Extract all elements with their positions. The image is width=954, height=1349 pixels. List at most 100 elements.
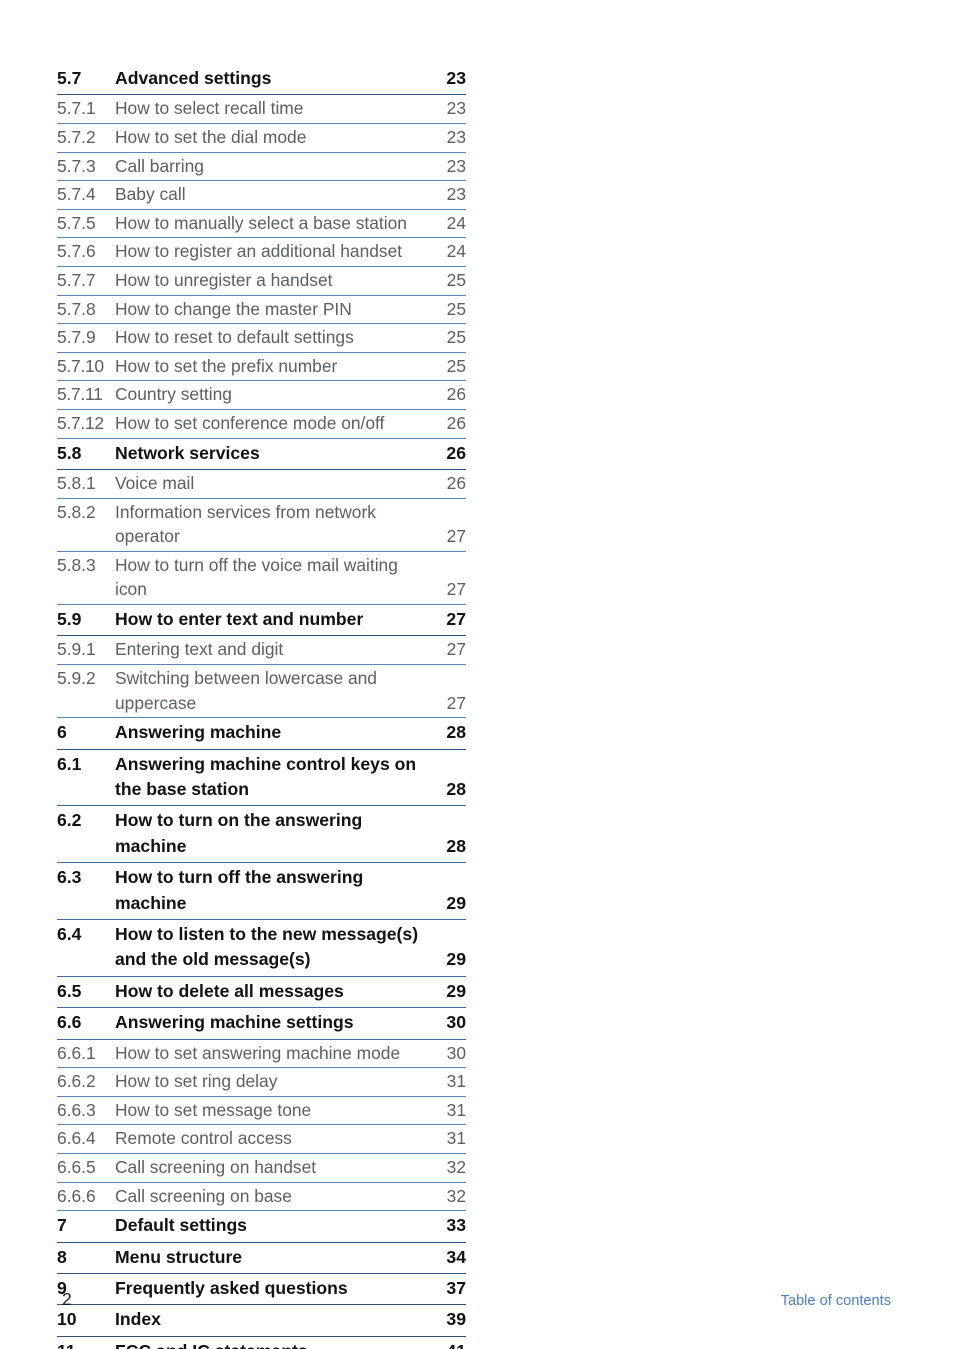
toc-entry[interactable]: 6.6.1 How to set answering machine mode 30 xyxy=(57,1040,466,1069)
toc-entry[interactable]: 6 Answering machine 28 xyxy=(57,718,466,750)
toc-entry[interactable]: 5.8.2 Information services from network o… xyxy=(57,499,466,552)
toc-entry[interactable]: 5.7.11 Country setting 26 xyxy=(57,381,466,410)
toc-entry[interactable]: 5.7.12 How to set conference mode on/off 2… xyxy=(57,410,466,439)
toc-entry[interactable]: 6.1 Answering machine control keys on the… xyxy=(57,750,466,807)
toc-entry-title: Call screening on base xyxy=(115,1185,292,1206)
toc-entry-number: 5.8.2 xyxy=(57,501,96,522)
toc-entry-page-number: 23 xyxy=(446,184,466,205)
toc-entry[interactable]: 6.4 How to listen to the new message(s) a… xyxy=(57,920,466,977)
toc-entry[interactable]: 6.6.6 Call screening on base 32 xyxy=(57,1183,466,1212)
table-of-contents-list: 5.7 Advanced settings 23 5.7.1 How to select… xyxy=(57,64,466,1349)
toc-entry-page-number: 30 xyxy=(446,1012,466,1033)
toc-entry-title: How to set the dial mode xyxy=(115,127,307,147)
toc-entry[interactable]: 5.7.9 How to reset to default settings 25 xyxy=(57,324,466,353)
toc-entry-page-number: 31 xyxy=(446,1128,466,1149)
toc-entry-page-number: 25 xyxy=(446,298,466,319)
toc-entry-page-number: 32 xyxy=(446,1156,466,1177)
toc-entry-number: 5.9.1 xyxy=(57,639,96,660)
toc-entry-page-number: 26 xyxy=(446,472,466,493)
toc-entry[interactable]: 5.7 Advanced settings 23 xyxy=(57,64,466,96)
toc-entry-page-number: 26 xyxy=(446,412,466,433)
toc-entry[interactable]: 5.7.4 Baby call 23 xyxy=(57,181,466,210)
toc-entry[interactable]: 8 Menu structure 34 xyxy=(57,1243,466,1274)
toc-entry-page-number: 27 xyxy=(446,639,466,660)
toc-entry[interactable]: 6.6 Answering machine settings 30 xyxy=(57,1008,466,1040)
toc-entry-number: 6.6.5 xyxy=(57,1156,96,1177)
toc-entry[interactable]: 5.7.7 How to unregister a handset 25 xyxy=(57,267,466,296)
footer-section-label: Table of contents xyxy=(780,1293,891,1309)
toc-entry-title: How to set ring delay xyxy=(115,1071,278,1092)
toc-entry-number: 5.7.4 xyxy=(57,184,96,205)
toc-entry-title: Answering machine settings xyxy=(115,1012,354,1033)
toc-entry[interactable]: 5.8 Network services 26 xyxy=(57,439,466,470)
toc-entry-page-number: 29 xyxy=(446,949,466,970)
toc-entry[interactable]: 6.6.3 How to set message tone 31 xyxy=(57,1097,466,1126)
toc-entry-title: Country setting xyxy=(115,384,232,405)
toc-entry[interactable]: 5.7.8 How to change the master PIN 25 xyxy=(57,296,466,325)
toc-entry-title: How to unregister a handset xyxy=(115,269,333,290)
toc-entry[interactable]: 6.6.2 How to set ring delay 31 xyxy=(57,1068,466,1097)
toc-entry-number: 6.6.4 xyxy=(57,1128,96,1149)
toc-entry-page-number: 31 xyxy=(446,1099,466,1120)
toc-entry-page-number: 23 xyxy=(446,155,466,176)
toc-entry[interactable]: 7 Default settings 33 xyxy=(57,1211,466,1243)
toc-entry[interactable]: 9 Frequently asked questions 37 xyxy=(57,1274,466,1306)
toc-entry-title: Network services xyxy=(115,442,260,463)
toc-entry-number: 6.5 xyxy=(57,980,82,1001)
toc-entry-page-number: 26 xyxy=(446,442,466,463)
toc-entry-title: How to enter text and number xyxy=(115,608,364,629)
toc-entry-title: How to set conference mode on/off xyxy=(115,412,385,433)
toc-entry-title: Answering machine control keys on the ba… xyxy=(115,753,417,799)
toc-entry-page-number: 23 xyxy=(446,98,466,119)
toc-entry[interactable]: 10 Index 39 xyxy=(57,1305,466,1337)
toc-entry-page-number: 25 xyxy=(446,327,466,348)
toc-entry[interactable]: 6.5 How to delete all messages 29 xyxy=(57,977,466,1009)
toc-entry-number: 8 xyxy=(57,1246,67,1267)
toc-entry-page-number: 30 xyxy=(446,1042,466,1063)
toc-entry-number: 11 xyxy=(57,1337,115,1349)
toc-entry[interactable]: 5.8.1 Voice mail 26 xyxy=(57,470,466,499)
toc-entry[interactable]: 6.2 How to turn on the answering machine 2… xyxy=(57,806,466,864)
toc-entry-page-number: 25 xyxy=(446,355,466,376)
toc-entry-page-number: 27 xyxy=(446,579,466,600)
toc-entry-title: How to reset to default settings xyxy=(115,327,354,348)
toc-entry[interactable]: 5.9.1 Entering text and digit 27 xyxy=(57,636,466,665)
toc-entry-page-number: 34 xyxy=(446,1246,466,1267)
toc-entry-title: Voice mail xyxy=(115,472,195,493)
toc-entry[interactable]: 11FCC and IC statements41 xyxy=(57,1337,466,1349)
toc-entry-page-number: 28 xyxy=(446,835,466,856)
toc-entry-page-number: 24 xyxy=(446,241,466,262)
toc-entry-page-number: 27 xyxy=(446,692,466,713)
toc-entry-page-number: 27 xyxy=(446,608,466,629)
toc-entry-number: 5.8.3 xyxy=(57,554,96,575)
toc-entry-title: How to register an additional handset xyxy=(115,241,403,262)
toc-entry[interactable]: 6.6.5 Call screening on handset 32 xyxy=(57,1154,466,1183)
toc-entry-title: How to turn off the voice mail waiting i… xyxy=(115,554,398,600)
toc-entry-page-number: 27 xyxy=(446,526,466,547)
toc-entry[interactable]: 5.7.2 How to set the dial mode 23 xyxy=(57,124,466,153)
toc-entry-number: 6 xyxy=(57,722,67,743)
toc-entry[interactable]: 5.7.10 How to set the prefix number 25 xyxy=(57,353,466,382)
toc-entry-page-number: 28 xyxy=(446,778,466,799)
toc-entry-number: 5.7.5 xyxy=(57,212,96,233)
toc-entry-title: Advanced settings xyxy=(115,68,272,88)
toc-entry[interactable]: 6.6.4 Remote control access 31 xyxy=(57,1125,466,1154)
toc-entry[interactable]: 5.7.3 Call barring 23 xyxy=(57,153,466,182)
toc-entry-title: How to listen to the new message(s) and … xyxy=(115,923,419,970)
toc-entry[interactable]: 5.9 How to enter text and number 27 xyxy=(57,605,466,637)
toc-entry[interactable]: 6.3 How to turn off the answering machine… xyxy=(57,863,466,920)
toc-entry[interactable]: 5.8.3 How to turn off the voice mail wait… xyxy=(57,552,466,605)
toc-entry-number: 5.7.10 xyxy=(57,355,104,376)
toc-entry-title: How to set the prefix number xyxy=(115,355,338,376)
toc-entry-number: 5.7.3 xyxy=(57,155,96,176)
toc-entry-title: How to turn on the answering machine xyxy=(115,810,363,856)
toc-entry-title: Entering text and digit xyxy=(115,639,284,660)
toc-entry[interactable]: 5.7.6 How to register an additional hands… xyxy=(57,238,466,267)
toc-entry[interactable]: 5.7.5 How to manually select a base stati… xyxy=(57,210,466,239)
toc-entry[interactable]: 5.9.2 Switching between lowercase and upp… xyxy=(57,665,466,719)
toc-entry-title: How to set message tone xyxy=(115,1099,312,1120)
toc-entry-number: 5.7.9 xyxy=(57,327,96,348)
toc-entry[interactable]: 5.7.1 How to select recall time 23 xyxy=(57,95,466,124)
toc-entry-title: Call barring xyxy=(115,155,204,176)
toc-entry-number: 6.6.1 xyxy=(57,1042,96,1063)
